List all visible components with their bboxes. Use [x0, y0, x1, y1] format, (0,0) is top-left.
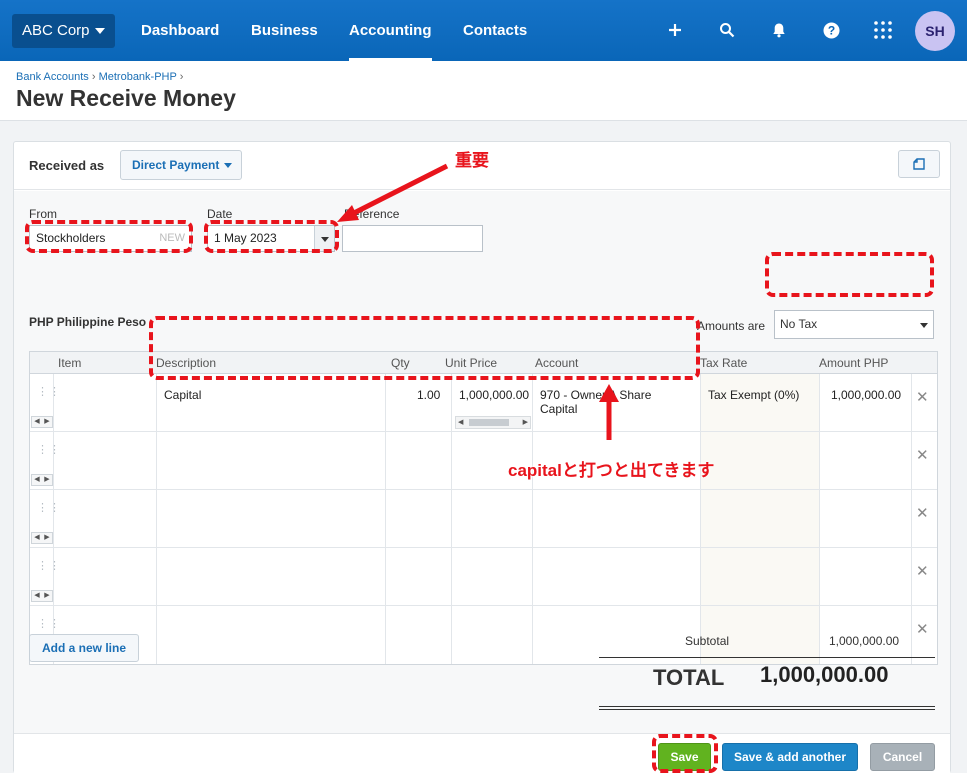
annotation-important: 重要: [455, 151, 489, 170]
arrow-to-date: [337, 163, 449, 222]
arrow-to-account: [599, 384, 619, 440]
annotation-capital-hint: capitalと打つと出てきます: [508, 461, 715, 480]
annotation-arrows: [337, 163, 619, 440]
